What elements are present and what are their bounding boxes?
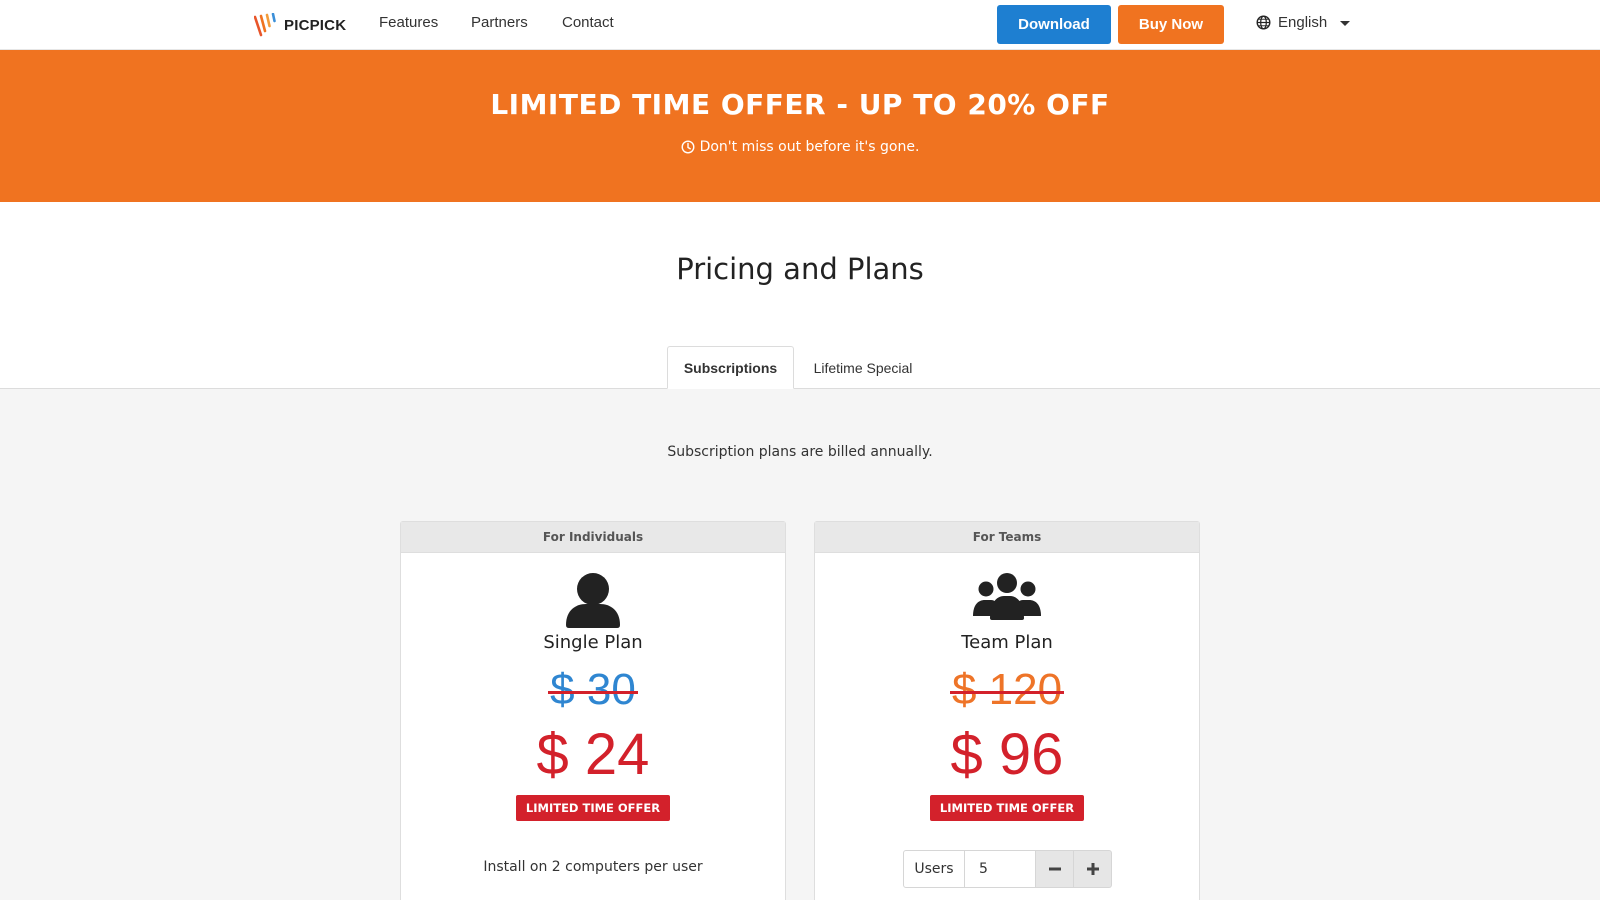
banner-subtitle-text: Don't miss out before it's gone.: [699, 139, 920, 155]
plan-name: Single Plan: [543, 632, 643, 653]
logo-text: PICPICK: [284, 16, 347, 34]
original-price: $ 30: [548, 665, 638, 714]
discounted-price: $ 24: [536, 722, 650, 787]
page-title: Pricing and Plans: [676, 252, 924, 286]
offer-badge: LIMITED TIME OFFER: [929, 795, 1085, 821]
users-icon: [973, 573, 1041, 620]
banner-title: LIMITED TIME OFFER - UP TO 20% OFF: [490, 88, 1110, 121]
original-price: $ 120: [949, 665, 1065, 714]
discounted-price: $ 96: [950, 722, 1064, 787]
increment-button[interactable]: [1074, 850, 1112, 888]
users-count-input[interactable]: 5: [965, 850, 1036, 888]
minus-icon: [1048, 867, 1061, 871]
card-header: For Individuals: [401, 522, 785, 553]
offer-badge: LIMITED TIME OFFER: [515, 795, 671, 821]
language-label: English: [1278, 14, 1328, 31]
plan-card-team: For Teams Team Plan $ 120 $ 96 LIMITED T…: [814, 521, 1200, 900]
chevron-down-icon: [1340, 21, 1351, 26]
top-navigation: PICPICK Features Partners Contact Downlo…: [0, 0, 1600, 50]
install-note: Install on 2 computers per user: [483, 859, 703, 875]
users-stepper: Users 5: [903, 850, 1112, 888]
language-selector[interactable]: English: [1256, 14, 1351, 31]
plan-card-individual: For Individuals Single Plan $ 30 $ 24 LI…: [400, 521, 786, 900]
plan-name: Team Plan: [961, 632, 1053, 653]
banner-subtitle: Don't miss out before it's gone.: [0, 139, 1600, 155]
offer-banner: LIMITED TIME OFFER - UP TO 20% OFF Don't…: [0, 50, 1600, 202]
users-label: Users: [903, 850, 965, 888]
picpick-logo-icon: [254, 13, 276, 37]
plus-icon: [1086, 863, 1099, 875]
card-header: For Teams: [815, 522, 1199, 553]
logo[interactable]: PICPICK: [254, 12, 346, 38]
decrement-button[interactable]: [1036, 850, 1074, 888]
download-button[interactable]: Download: [997, 5, 1111, 44]
tab-subscriptions[interactable]: Subscriptions: [667, 346, 794, 389]
globe-icon: [1256, 15, 1271, 30]
nav-partners[interactable]: Partners: [471, 14, 528, 31]
nav-features[interactable]: Features: [379, 14, 438, 31]
nav-contact[interactable]: Contact: [562, 14, 614, 31]
billing-note: Subscription plans are billed annually.: [667, 444, 933, 460]
user-icon: [566, 573, 620, 628]
buy-now-button[interactable]: Buy Now: [1118, 5, 1224, 44]
clock-icon: [681, 140, 695, 154]
tab-lifetime-special[interactable]: Lifetime Special: [800, 346, 926, 389]
pricing-content: [0, 389, 1600, 900]
